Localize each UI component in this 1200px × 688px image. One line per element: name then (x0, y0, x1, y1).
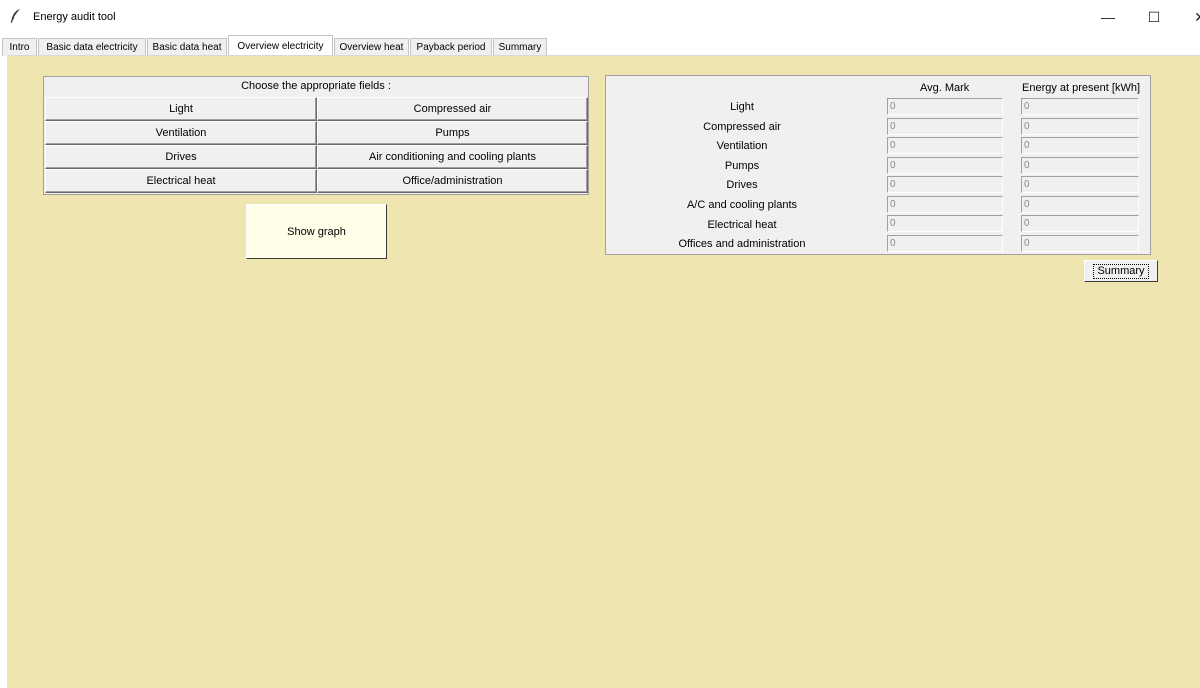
tab-basic-data-heat[interactable]: Basic data heat (147, 38, 227, 56)
tab-overview-heat[interactable]: Overview heat (334, 38, 409, 56)
row-label-electrical-heat: Electrical heat (707, 219, 777, 231)
avg-mark-ventilation[interactable]: 0 (887, 137, 1003, 154)
feather-icon (10, 9, 20, 24)
office-administration-button[interactable]: Office/administration (317, 169, 588, 193)
avg-mark-compressed-air[interactable]: 0 (887, 118, 1003, 135)
tab-payback-period[interactable]: Payback period (410, 38, 492, 56)
show-graph-button[interactable]: Show graph (246, 204, 387, 259)
energy-header: Energy at present [kWh] (1022, 82, 1140, 94)
row-label-drives: Drives (726, 179, 758, 191)
row-label-ventilation: Ventilation (716, 140, 768, 152)
energy-electrical-heat[interactable]: 0 (1021, 215, 1139, 232)
light-button[interactable]: Light (45, 97, 317, 121)
compressed-air-button[interactable]: Compressed air (317, 97, 588, 121)
tab-summary[interactable]: Summary (493, 38, 547, 56)
row-label-light: Light (730, 101, 754, 113)
close-button[interactable]: ✕ (1177, 0, 1200, 34)
avg-mark-pumps[interactable]: 0 (887, 157, 1003, 174)
minimize-button[interactable]: — (1085, 0, 1131, 34)
row-label-offices-admin: Offices and administration (678, 238, 806, 250)
energy-offices-admin[interactable]: 0 (1021, 235, 1139, 252)
fields-header: Choose the appropriate fields : (241, 80, 391, 92)
overview-panel: Avg. Mark Energy at present [kWh] Light … (605, 75, 1151, 255)
title-bar: Energy audit tool — ☐ ✕ (0, 0, 1200, 34)
avg-mark-ac-cooling[interactable]: 0 (887, 196, 1003, 213)
avg-mark-offices-admin[interactable]: 0 (887, 235, 1003, 252)
tab-intro[interactable]: Intro (2, 38, 37, 56)
avg-mark-electrical-heat[interactable]: 0 (887, 215, 1003, 232)
summary-button-label: Summary (1093, 263, 1149, 279)
fields-panel: Choose the appropriate fields : Light Co… (43, 76, 589, 195)
drives-button[interactable]: Drives (45, 145, 317, 169)
tab-content-overview-electricity: Choose the appropriate fields : Light Co… (7, 55, 1200, 688)
window-title: Energy audit tool (33, 11, 116, 23)
tab-basic-data-electricity[interactable]: Basic data electricity (38, 38, 146, 56)
energy-light[interactable]: 0 (1021, 98, 1139, 115)
air-conditioning-button[interactable]: Air conditioning and cooling plants (317, 145, 588, 169)
row-label-pumps: Pumps (724, 160, 760, 172)
energy-ventilation[interactable]: 0 (1021, 137, 1139, 154)
avg-mark-light[interactable]: 0 (887, 98, 1003, 115)
summary-button[interactable]: Summary (1084, 260, 1158, 282)
pumps-button[interactable]: Pumps (317, 121, 588, 145)
ventilation-button[interactable]: Ventilation (45, 121, 317, 145)
maximize-button[interactable]: ☐ (1131, 0, 1177, 34)
energy-compressed-air[interactable]: 0 (1021, 118, 1139, 135)
energy-drives[interactable]: 0 (1021, 176, 1139, 193)
row-label-compressed-air: Compressed air (703, 121, 781, 133)
tab-strip: Intro Basic data electricity Basic data … (0, 34, 1200, 56)
energy-pumps[interactable]: 0 (1021, 157, 1139, 174)
avg-mark-drives[interactable]: 0 (887, 176, 1003, 193)
electrical-heat-button[interactable]: Electrical heat (45, 169, 317, 193)
tab-overview-electricity[interactable]: Overview electricity (228, 35, 333, 56)
energy-ac-cooling[interactable]: 0 (1021, 196, 1139, 213)
row-label-ac-cooling: A/C and cooling plants (686, 199, 798, 211)
avg-mark-header: Avg. Mark (920, 82, 970, 94)
